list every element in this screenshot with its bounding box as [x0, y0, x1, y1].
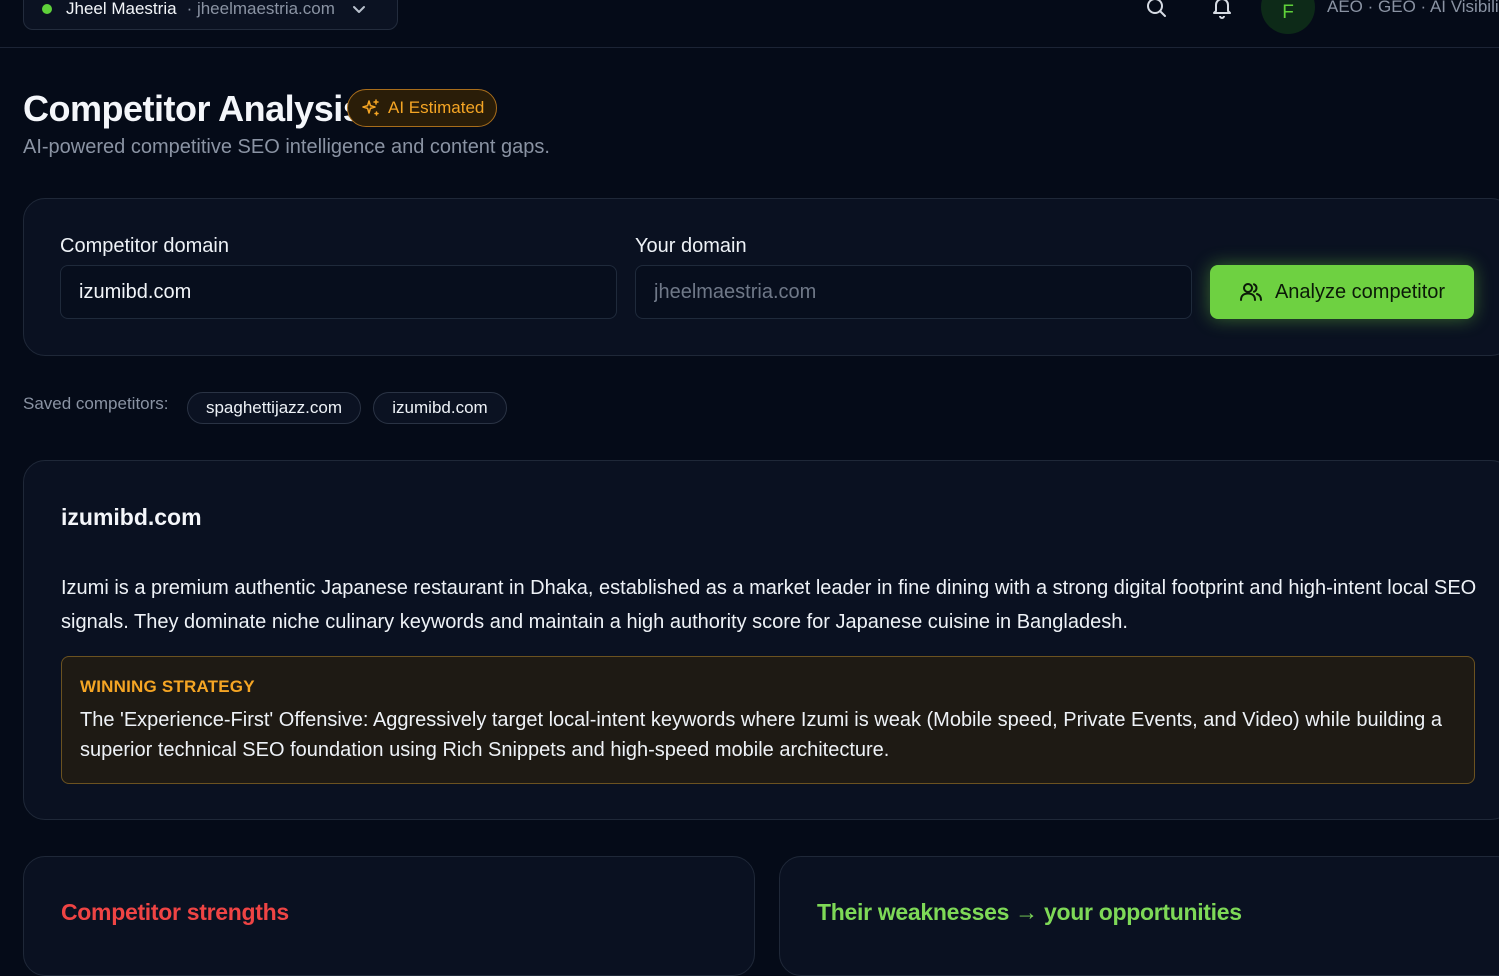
page-title: Competitor Analysis: [23, 88, 363, 129]
competitor-overview-card: izumibd.com Izumi is a premium authentic…: [23, 460, 1499, 820]
analyze-form-card: Competitor domain Your domain Analyze co…: [23, 198, 1499, 356]
competitor-domain-label: Competitor domain: [60, 235, 229, 257]
winning-strategy-box: WINNING STRATEGY The 'Experience-First' …: [61, 656, 1475, 784]
workspace-name: Jheel Maestria: [66, 0, 177, 18]
winning-strategy-label: WINNING STRATEGY: [80, 677, 255, 696]
weaknesses-opportunities-title: Their weaknesses → your opportunities: [817, 899, 1242, 925]
top-tagline: AEO · GEO · AI Visibili: [1327, 0, 1499, 16]
your-domain-label: Your domain: [635, 235, 747, 257]
competitor-strengths-title: Competitor strengths: [61, 899, 289, 925]
ai-badge-label: AI Estimated: [388, 98, 485, 117]
your-domain-input[interactable]: [635, 265, 1192, 319]
analyze-button-label: Analyze competitor: [1274, 280, 1446, 303]
search-icon[interactable]: [1144, 0, 1168, 20]
competitor-strengths-card: Competitor strengths: [23, 856, 755, 976]
top-bar: Jheel Maestria · jheelmaestria.com F AEO…: [0, 0, 1499, 48]
sparkles-icon: [362, 99, 379, 116]
competitor-domain-heading: izumibd.com: [61, 504, 202, 530]
weaknesses-opportunities-card: Their weaknesses → your opportunities: [779, 856, 1499, 976]
competitor-summary: Izumi is a premium authentic Japanese re…: [61, 577, 1477, 633]
status-dot: [42, 4, 52, 14]
analyze-competitor-button[interactable]: Analyze competitor: [1210, 265, 1474, 319]
bell-icon[interactable]: [1210, 0, 1234, 20]
competitor-domain-input[interactable]: [60, 265, 617, 319]
winning-strategy-text: The 'Experience-First' Offensive: Aggres…: [80, 709, 1442, 761]
saved-competitor-chip[interactable]: spaghettijazz.com: [187, 392, 361, 424]
chevron-down-icon[interactable]: [351, 1, 367, 17]
ai-estimated-badge: AI Estimated: [347, 89, 497, 127]
workspace-domain: · jheelmaestria.com: [186, 0, 335, 18]
avatar[interactable]: F: [1261, 0, 1315, 34]
workspace-switcher[interactable]: Jheel Maestria · jheelmaestria.com: [23, 0, 398, 30]
users-icon: [1239, 283, 1262, 301]
page-subtitle: AI-powered competitive SEO intelligence …: [23, 136, 550, 158]
saved-competitors-label: Saved competitors:: [23, 394, 169, 413]
saved-competitor-chip[interactable]: izumibd.com: [373, 392, 507, 424]
